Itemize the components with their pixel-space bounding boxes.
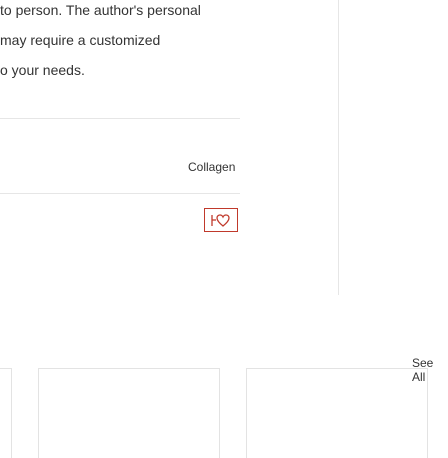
column-divider: [338, 0, 339, 295]
heart-icon: [211, 214, 230, 227]
article-line: o your needs.: [0, 62, 85, 78]
article-line: to person. The author's personal: [0, 2, 201, 18]
section-divider: [0, 193, 240, 194]
wishlist-button[interactable]: [204, 208, 238, 232]
product-card[interactable]: [0, 368, 12, 458]
product-tag-label[interactable]: Collagen: [188, 160, 235, 174]
article-line: may require a customized: [0, 32, 161, 48]
section-divider: [0, 118, 240, 119]
product-card[interactable]: [246, 368, 428, 458]
product-card[interactable]: [38, 368, 220, 458]
